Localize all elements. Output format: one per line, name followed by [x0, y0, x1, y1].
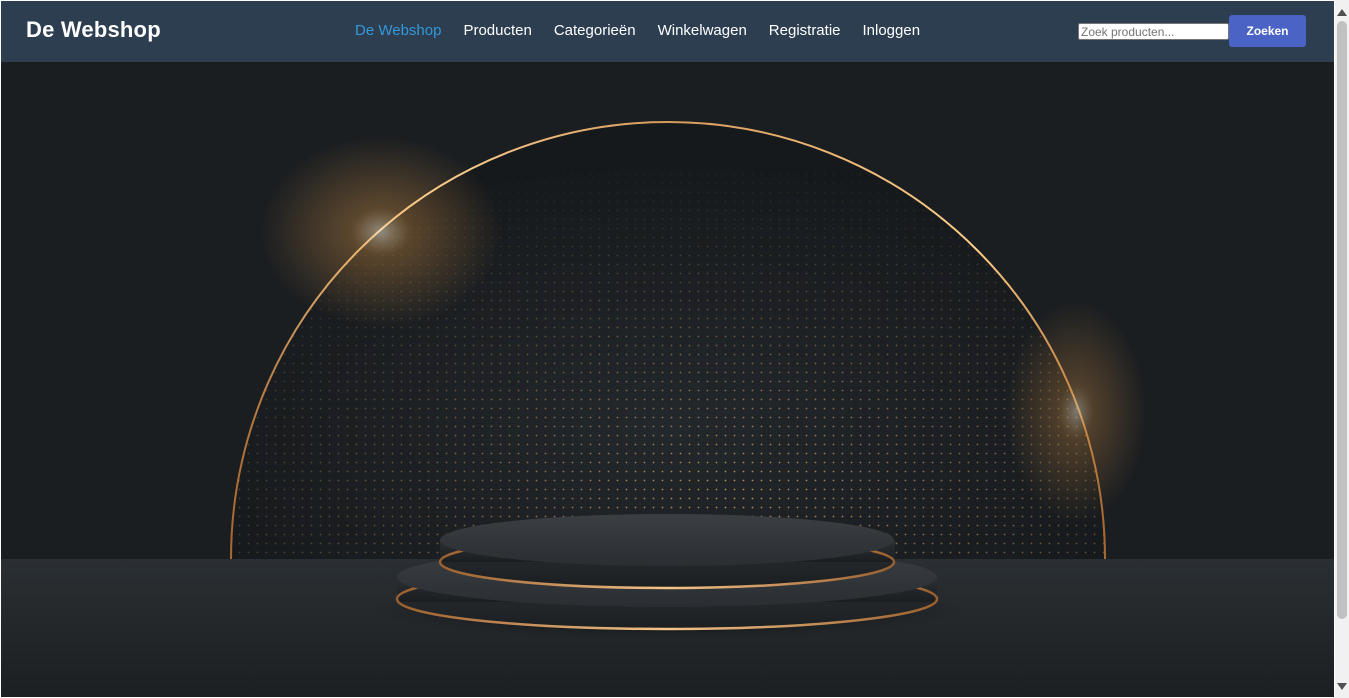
- main-nav: De Webshop Producten Categorieën Winkelw…: [355, 22, 920, 42]
- nav-link-cart[interactable]: Winkelwagen: [658, 22, 747, 42]
- search-button[interactable]: Zoeken: [1229, 15, 1306, 47]
- nav-link-home[interactable]: De Webshop: [355, 22, 441, 42]
- nav-link-login[interactable]: Inloggen: [863, 22, 921, 42]
- page-scrollbar[interactable]: [1335, 0, 1349, 698]
- page: De Webshop De Webshop Producten Categori…: [1, 1, 1334, 697]
- scrollbar-thumb[interactable]: [1337, 21, 1347, 619]
- navbar: De Webshop De Webshop Producten Categori…: [1, 1, 1334, 62]
- hero-image: [1, 62, 1334, 697]
- nav-link-categories[interactable]: Categorieën: [554, 22, 636, 42]
- nav-link-register[interactable]: Registratie: [769, 22, 841, 42]
- search-input[interactable]: [1078, 23, 1229, 40]
- hero-banner: [1, 62, 1334, 697]
- nav-link-products[interactable]: Producten: [463, 22, 531, 42]
- brand-logo[interactable]: De Webshop: [26, 17, 161, 43]
- scroll-up-arrow-icon[interactable]: [1335, 4, 1349, 20]
- scroll-down-arrow-icon[interactable]: [1335, 678, 1349, 694]
